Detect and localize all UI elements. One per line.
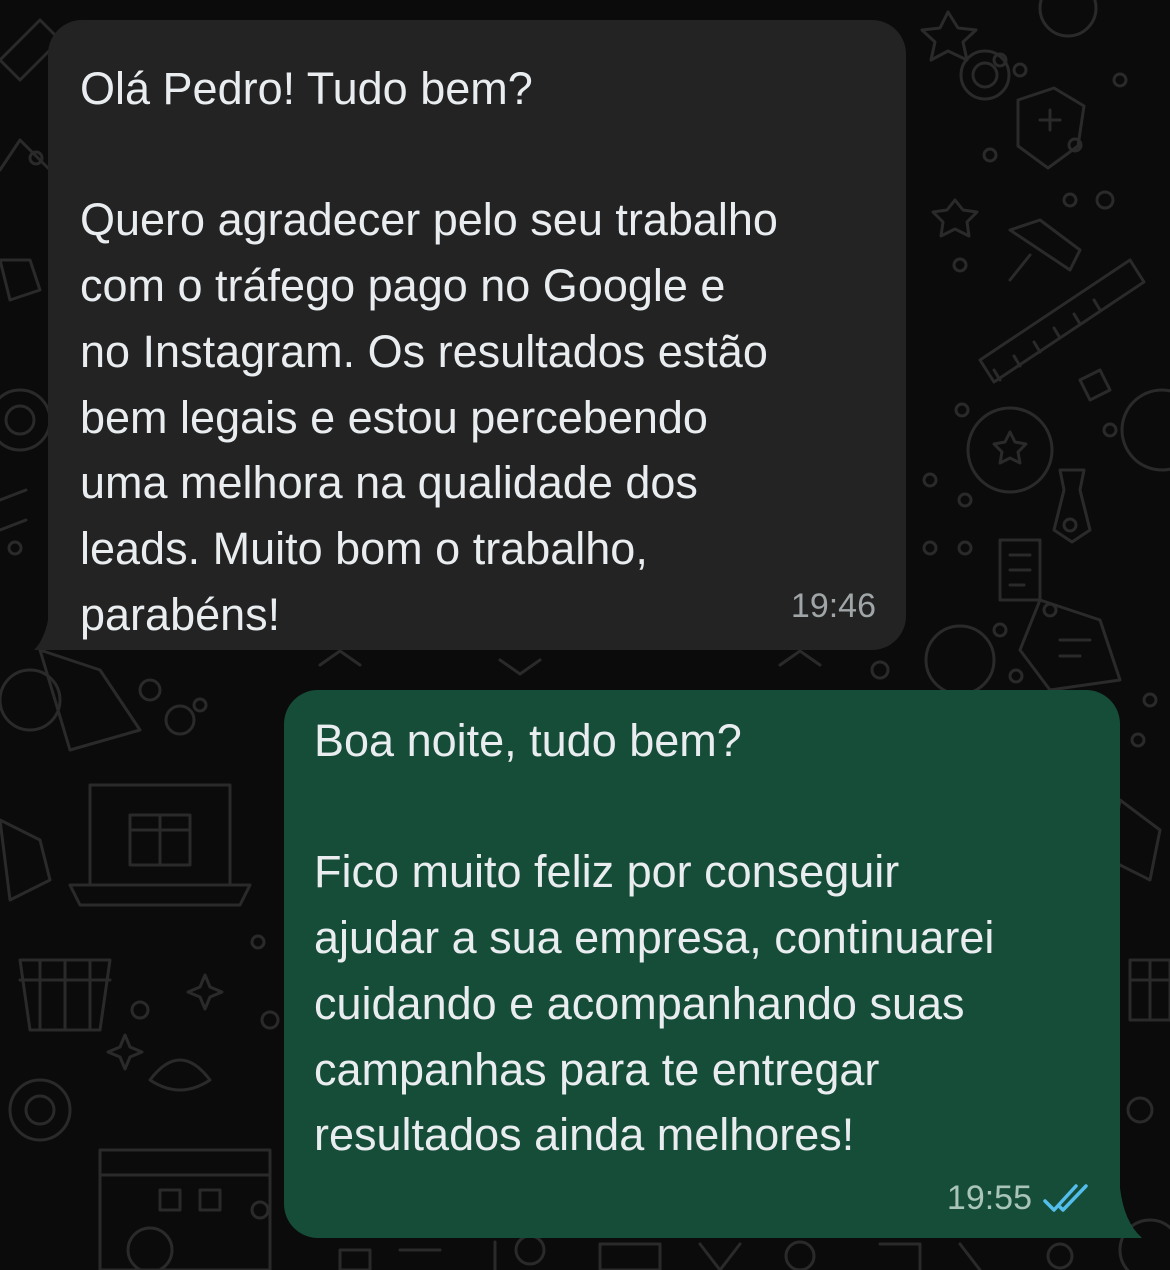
outgoing-message-bubble[interactable]: Boa noite, tudo bem? Fico muito feliz po… xyxy=(284,690,1120,1238)
outgoing-message-meta: 19:55 xyxy=(947,1178,1092,1218)
incoming-message-time: 19:46 xyxy=(790,587,876,625)
outgoing-bubble-tail xyxy=(1100,1188,1142,1238)
outgoing-message-time: 19:55 xyxy=(946,1179,1032,1217)
incoming-message-meta: 19:46 xyxy=(791,586,876,626)
outgoing-message-text: Boa noite, tudo bem? Fico muito feliz po… xyxy=(314,715,995,1161)
double-check-read-icon xyxy=(1043,1184,1088,1212)
incoming-message-bubble[interactable]: Olá Pedro! Tudo bem? Quero agradecer pel… xyxy=(48,20,906,650)
incoming-message-text: Olá Pedro! Tudo bem? Quero agradecer pel… xyxy=(80,63,778,640)
